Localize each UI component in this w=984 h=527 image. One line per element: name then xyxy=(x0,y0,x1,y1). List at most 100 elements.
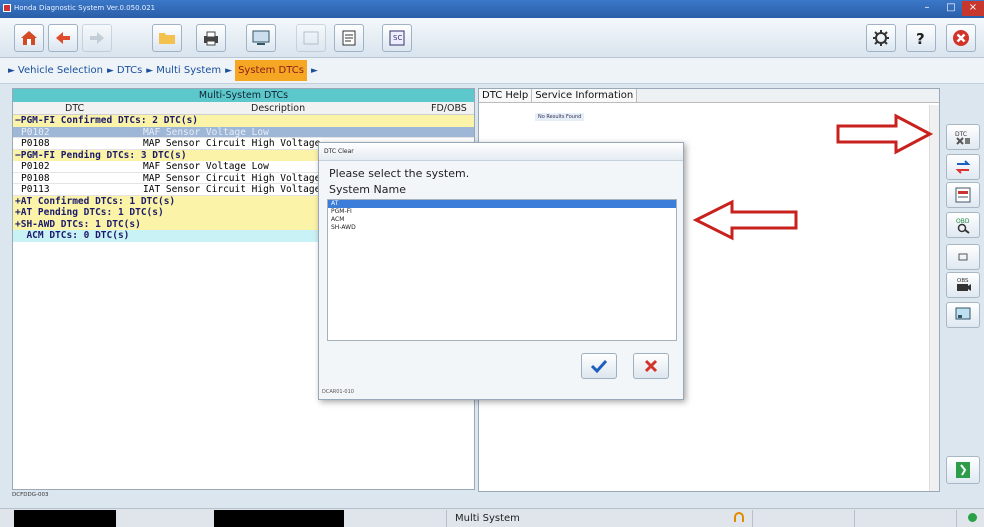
list-item[interactable]: PGM-FI xyxy=(328,208,676,216)
report-icon xyxy=(955,187,971,203)
help-button[interactable]: ? xyxy=(906,24,936,52)
swap-arrows-icon xyxy=(955,160,971,174)
breadcrumb-arrow-icon: ► xyxy=(8,65,15,76)
minimize-button[interactable]: – xyxy=(916,1,938,16)
exit-door-button[interactable] xyxy=(946,456,980,484)
red-arrow-left-icon xyxy=(692,199,798,241)
group-pgmfi-confirmed[interactable]: −PGM-FI Confirmed DTCs: 2 DTC(s) xyxy=(13,115,474,127)
swap-side-button[interactable] xyxy=(946,154,980,180)
maximize-button[interactable]: □ xyxy=(940,1,962,16)
redacted-block xyxy=(214,510,344,527)
dialog-prompt: Please select the system. xyxy=(329,167,470,180)
home-icon xyxy=(21,31,37,45)
back-button[interactable] xyxy=(48,24,78,52)
main-toolbar: SC ? xyxy=(0,18,984,58)
checkmark-icon xyxy=(590,359,608,373)
svg-text:OBS: OBS xyxy=(957,278,969,284)
gear-icon xyxy=(873,30,889,46)
ok-button[interactable] xyxy=(581,353,617,379)
exit-door-icon xyxy=(956,462,970,478)
dialog-title: DTC Clear xyxy=(319,143,683,161)
status-bar: Multi System xyxy=(0,508,984,527)
notes-button[interactable] xyxy=(334,24,364,52)
breadcrumb-system-dtcs[interactable]: System DTCs xyxy=(235,60,307,81)
table-row[interactable]: P0102 MAF Sensor Voltage Low xyxy=(13,126,474,138)
title-bar: Honda Diagnostic System Ver.0.050.021 – … xyxy=(0,0,984,18)
tab-service-information[interactable]: Service Information xyxy=(532,89,638,102)
red-arrow-right-icon xyxy=(836,113,934,155)
help-panel-scrollbar[interactable] xyxy=(929,105,939,491)
breadcrumb-dtcs[interactable]: DTCs xyxy=(117,65,142,76)
breadcrumb-arrow-icon: ► xyxy=(106,65,114,76)
snapshot-button[interactable] xyxy=(296,24,326,52)
exit-icon xyxy=(953,30,969,46)
redacted-block xyxy=(14,510,116,527)
dtc-clear-icon: DTC xyxy=(955,131,970,145)
obs-camera-side-button[interactable]: OBS xyxy=(946,272,980,298)
list-item[interactable]: AT xyxy=(328,200,676,208)
home-button[interactable] xyxy=(14,24,44,52)
obd-search-icon: OBD xyxy=(956,218,970,234)
back-arrow-icon xyxy=(56,32,70,44)
column-fd-obs[interactable]: FD/OBS xyxy=(431,103,467,114)
report-side-button[interactable] xyxy=(946,182,980,208)
camera-icon: OBS xyxy=(957,278,971,291)
status-divider xyxy=(854,510,855,527)
system-name-label: System Name xyxy=(329,183,406,196)
snapshot-icon xyxy=(303,31,319,45)
monitor-save-icon xyxy=(252,30,270,45)
no-results-label: No Results Found xyxy=(535,113,585,121)
svg-text:SC: SC xyxy=(393,34,402,42)
obd-search-side-button[interactable]: OBD xyxy=(946,212,980,238)
close-window-button[interactable]: × xyxy=(962,1,984,16)
system-list[interactable]: AT PGM-FI ACM SH-AWD xyxy=(327,199,677,341)
column-dtc[interactable]: DTC xyxy=(65,103,84,114)
status-ok-icon xyxy=(968,513,977,522)
print-button[interactable] xyxy=(196,24,226,52)
dtc-panel-footer-code: DCFDDG-003 xyxy=(12,492,49,498)
breadcrumb-vehicle-selection[interactable]: Vehicle Selection xyxy=(18,65,103,76)
app-icon xyxy=(3,4,11,12)
svg-text:DTC: DTC xyxy=(955,131,967,138)
status-text: Multi System xyxy=(455,513,520,524)
close-icon xyxy=(644,359,658,373)
notepad-icon xyxy=(342,30,356,46)
dtc-clear-side-button[interactable]: DTC xyxy=(946,124,980,150)
list-item[interactable]: ACM xyxy=(328,216,676,224)
module-icon xyxy=(958,253,968,261)
connection-indicator-icon xyxy=(734,512,744,522)
dtc-panel-header: Multi-System DTCs xyxy=(13,89,474,102)
status-divider xyxy=(446,510,447,527)
svg-text:?: ? xyxy=(916,30,925,48)
printer-icon xyxy=(204,31,218,46)
list-item[interactable]: SH-AWD xyxy=(328,224,676,232)
app-window: Honda Diagnostic System Ver.0.050.021 – … xyxy=(0,0,984,527)
dtc-column-headers: DTC Description FD/OBS xyxy=(13,102,474,115)
cancel-button[interactable] xyxy=(633,353,669,379)
monitor-side-button[interactable] xyxy=(946,302,980,328)
side-toolbar: DTC OBD OBS xyxy=(944,88,984,492)
settings-button[interactable] xyxy=(866,24,896,52)
forward-button[interactable] xyxy=(82,24,112,52)
breadcrumb: ► Vehicle Selection ► DTCs ► Multi Syste… xyxy=(0,58,984,84)
monitor-icon xyxy=(955,307,971,320)
screen-capture-icon: SC xyxy=(389,30,405,46)
open-folder-button[interactable] xyxy=(152,24,182,52)
folder-icon xyxy=(159,33,175,44)
breadcrumb-arrow-icon: ► xyxy=(225,65,233,76)
module-side-button[interactable] xyxy=(946,244,980,270)
column-description[interactable]: Description xyxy=(251,103,305,114)
breadcrumb-multi-system[interactable]: Multi System xyxy=(156,65,221,76)
exit-button[interactable] xyxy=(946,24,976,52)
save-screen-button[interactable] xyxy=(246,24,276,52)
question-mark-icon: ? xyxy=(916,30,925,48)
help-tabs: DTC Help Service Information xyxy=(479,89,939,103)
status-divider xyxy=(752,510,753,527)
window-title: Honda Diagnostic System Ver.0.050.021 xyxy=(14,4,156,12)
status-divider xyxy=(956,510,957,527)
screenshot-button[interactable]: SC xyxy=(382,24,412,52)
forward-arrow-icon xyxy=(90,32,104,44)
dialog-footer-code: DCAR01-010 xyxy=(322,389,354,395)
tab-dtc-help[interactable]: DTC Help xyxy=(479,89,533,102)
dtc-clear-dialog: DTC Clear Please select the system. Syst… xyxy=(318,142,684,400)
